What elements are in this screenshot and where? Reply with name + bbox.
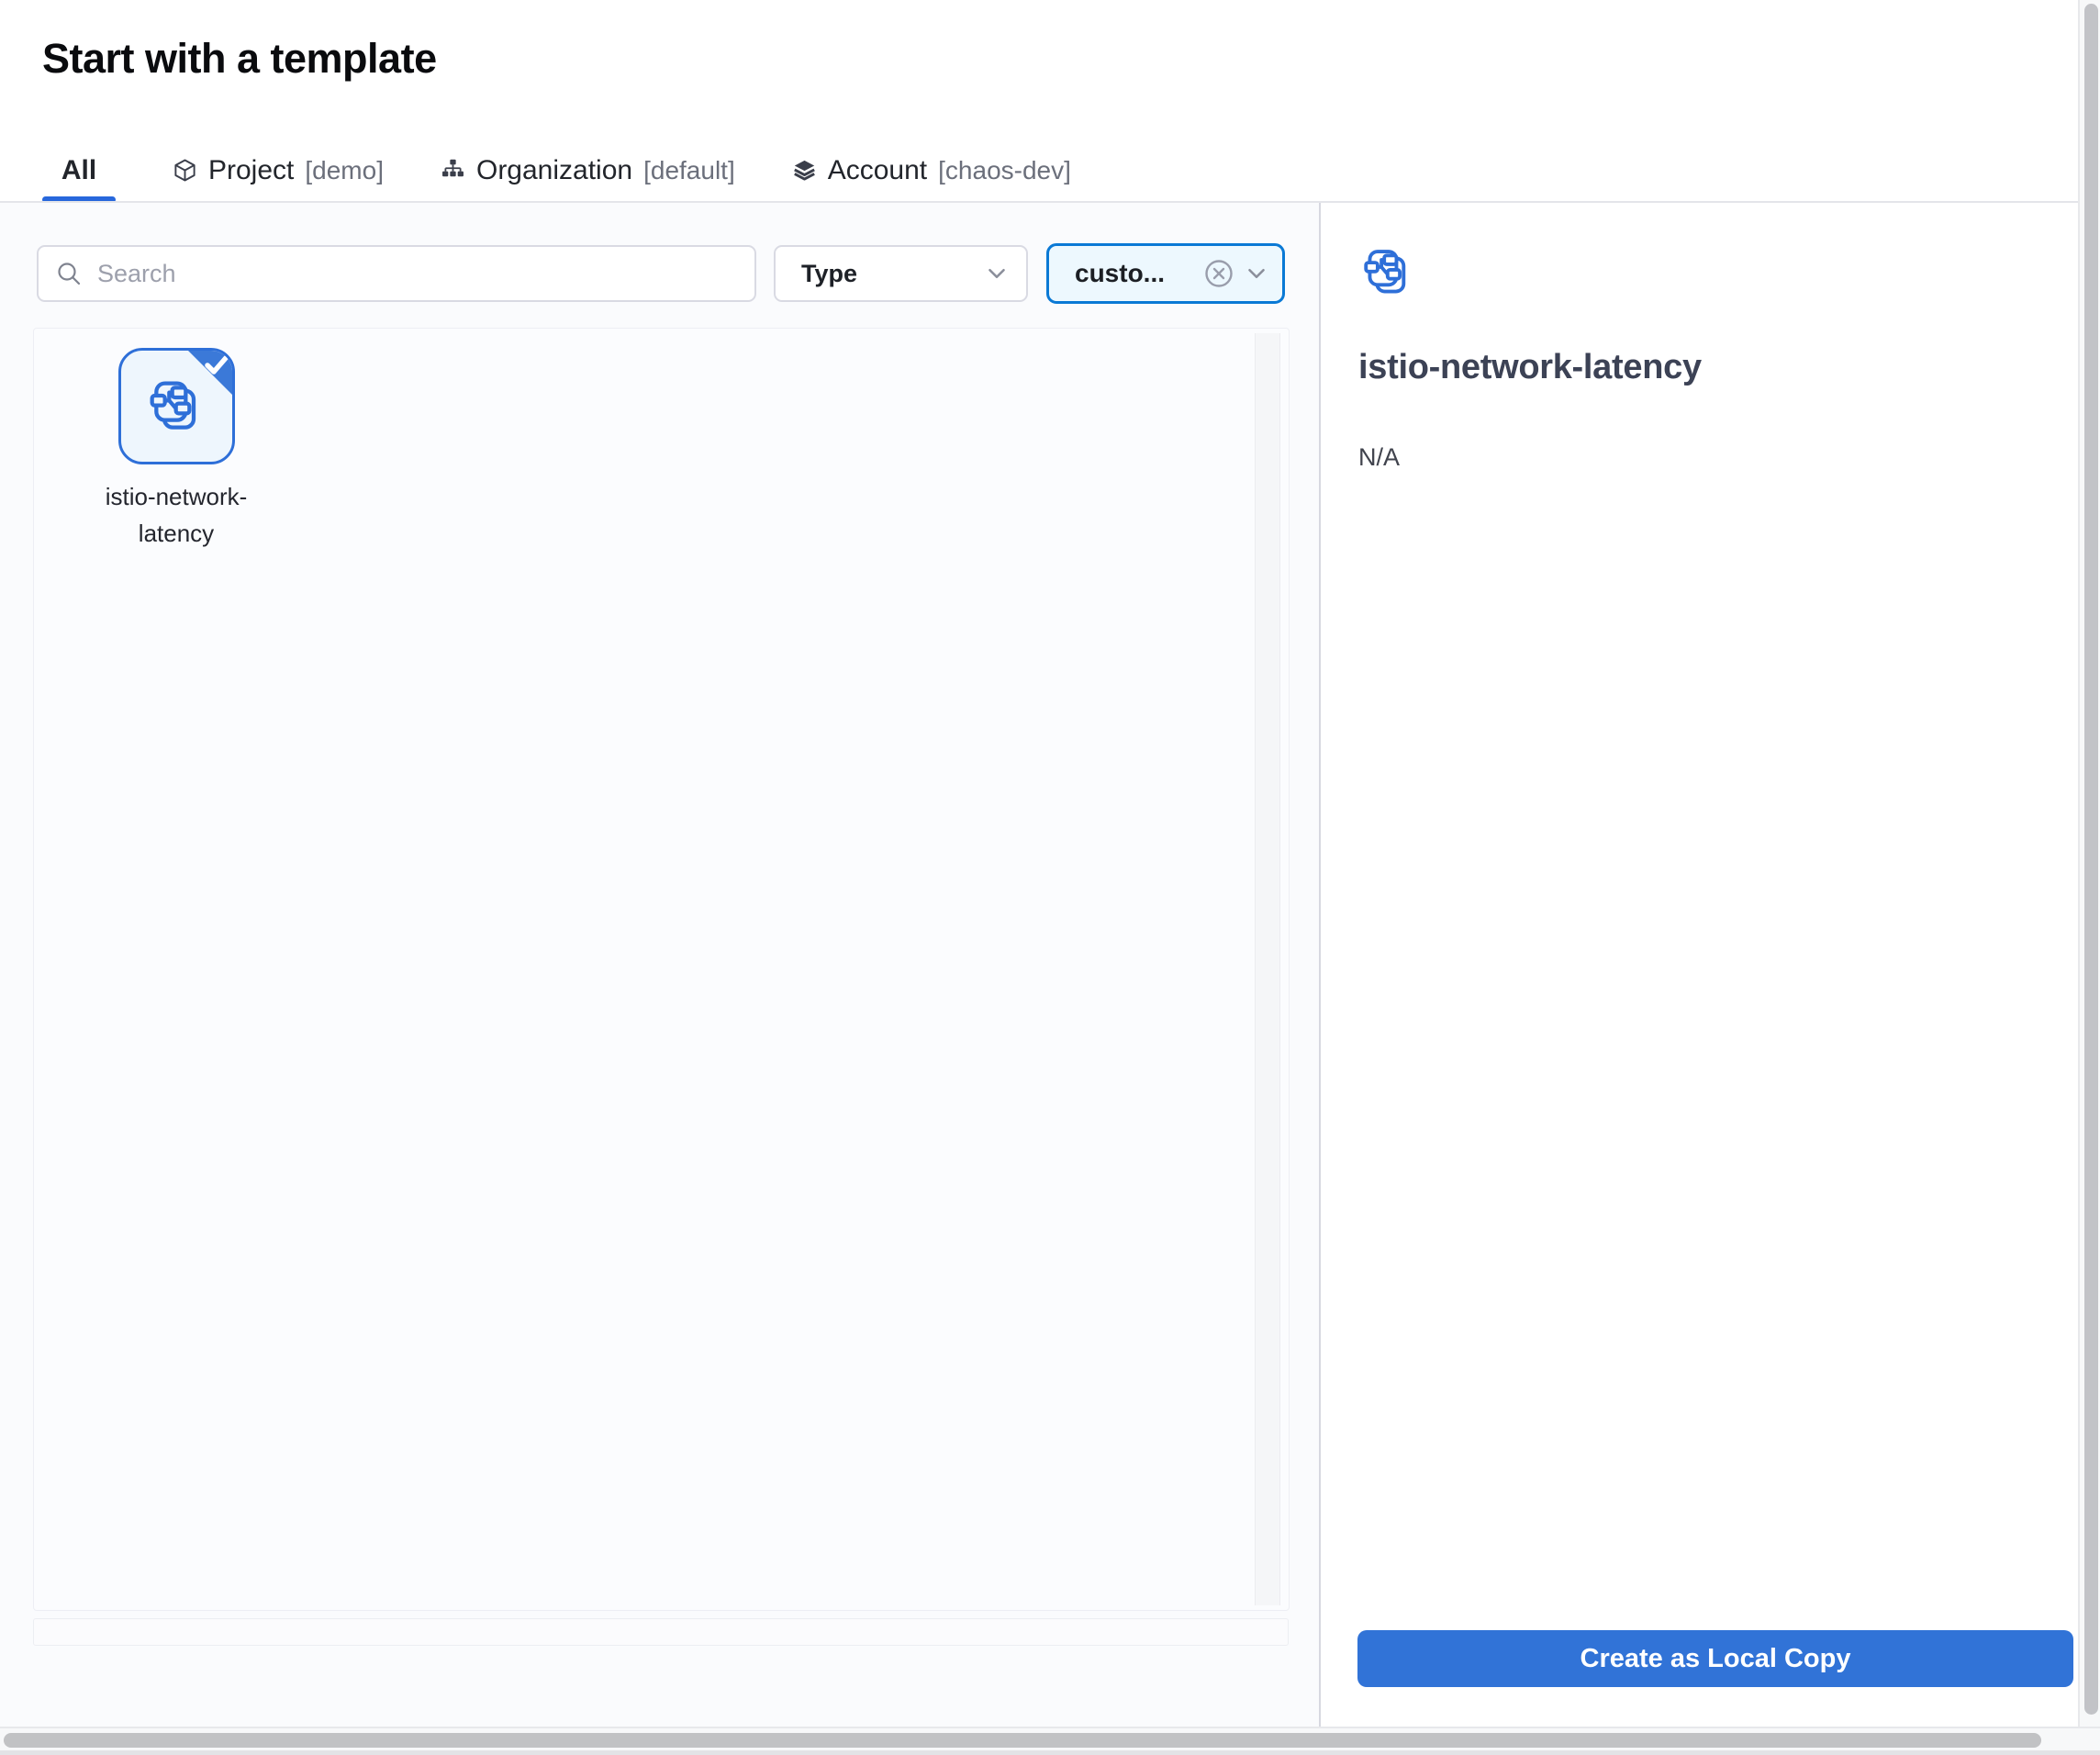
template-card-label: istio-network-latency	[75, 478, 277, 552]
grid-footer-bar	[33, 1618, 1289, 1646]
selected-checkmark-icon	[184, 350, 233, 399]
vertical-scrollbar-thumb[interactable]	[2084, 4, 2098, 1715]
search-icon	[55, 260, 83, 287]
chevron-down-icon	[988, 267, 1006, 280]
type-filter-label: Type	[801, 260, 988, 288]
tab-project-scope: [demo]	[305, 156, 384, 185]
horizontal-scrollbar[interactable]	[0, 1727, 2100, 1755]
dialog-header: Start with a template All Project [demo]	[0, 0, 2078, 203]
template-details-description: N/A	[1358, 443, 1400, 472]
page-title: Start with a template	[42, 35, 437, 83]
tab-organization[interactable]: Organization [default]	[441, 138, 735, 203]
tab-account-scope: [chaos-dev]	[938, 156, 1071, 185]
tab-organization-label: Organization	[476, 155, 632, 186]
tag-filter-dropdown[interactable]: custo...	[1046, 243, 1285, 304]
tab-project[interactable]: Project [demo]	[173, 138, 384, 203]
template-card-istio-network-latency[interactable]	[118, 348, 235, 464]
horizontal-scrollbar-thumb[interactable]	[4, 1733, 2041, 1748]
template-browser-panel: Type custo...	[0, 203, 1319, 1727]
create-as-local-copy-button[interactable]: Create as Local Copy	[1357, 1630, 2073, 1687]
tab-all[interactable]: All	[42, 138, 116, 203]
pipeline-template-icon	[1362, 246, 1415, 299]
search-input[interactable]	[97, 260, 738, 288]
hierarchy-icon	[441, 158, 465, 183]
tab-account[interactable]: Account [chaos-dev]	[792, 138, 1071, 203]
type-filter-dropdown[interactable]: Type	[774, 245, 1028, 302]
template-grid: istio-network-latency	[33, 328, 1290, 1611]
clear-filter-icon[interactable]	[1203, 258, 1234, 289]
tab-all-label: All	[61, 155, 96, 186]
vertical-scrollbar[interactable]	[2078, 0, 2100, 1727]
template-details-title: istio-network-latency	[1358, 348, 2038, 387]
tab-account-label: Account	[828, 155, 927, 186]
layers-icon	[792, 158, 817, 183]
tag-filter-value: custo...	[1075, 259, 1203, 288]
cube-icon	[173, 158, 197, 183]
chevron-down-icon	[1247, 267, 1266, 280]
template-details-panel: istio-network-latency N/A Create as Loca…	[1319, 203, 2078, 1727]
tab-project-label: Project	[208, 155, 294, 186]
search-box[interactable]	[37, 245, 756, 302]
tab-organization-scope: [default]	[643, 156, 735, 185]
scope-tabs: All Project [demo]	[42, 138, 1071, 203]
grid-scrollbar-track[interactable]	[1255, 333, 1280, 1605]
